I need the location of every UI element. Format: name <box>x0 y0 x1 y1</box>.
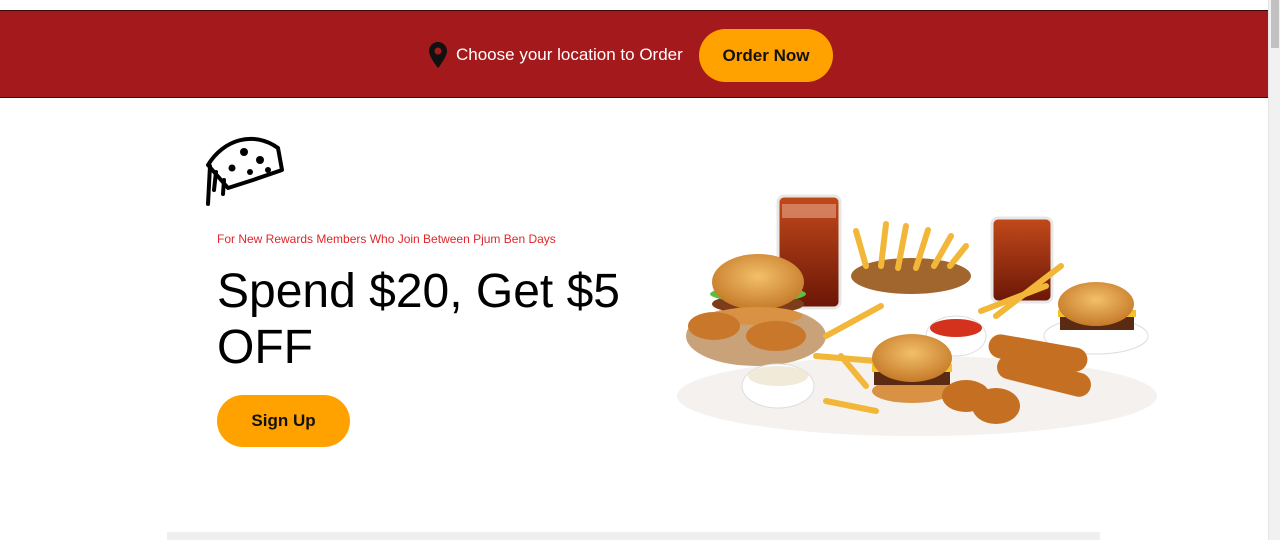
fast-food-hero-image <box>677 194 1157 436</box>
content-section-top <box>167 532 1100 540</box>
promo-kicker: For New Rewards Members Who Join Between… <box>217 232 556 246</box>
location-pin-icon <box>429 42 447 68</box>
sign-up-button[interactable]: Sign Up <box>217 395 350 447</box>
order-now-button[interactable]: Order Now <box>699 29 833 82</box>
page-scrollbar[interactable] <box>1268 0 1280 540</box>
pizza-slice-icon <box>206 137 284 206</box>
choose-location-link[interactable]: Choose your location to Order <box>456 45 683 65</box>
location-banner: Choose your location to Order Order Now <box>0 10 1268 98</box>
scrollbar-thumb[interactable] <box>1271 0 1279 48</box>
promo-headline: Spend $20, Get $5 OFF <box>217 265 620 374</box>
top-strip <box>0 0 1268 10</box>
